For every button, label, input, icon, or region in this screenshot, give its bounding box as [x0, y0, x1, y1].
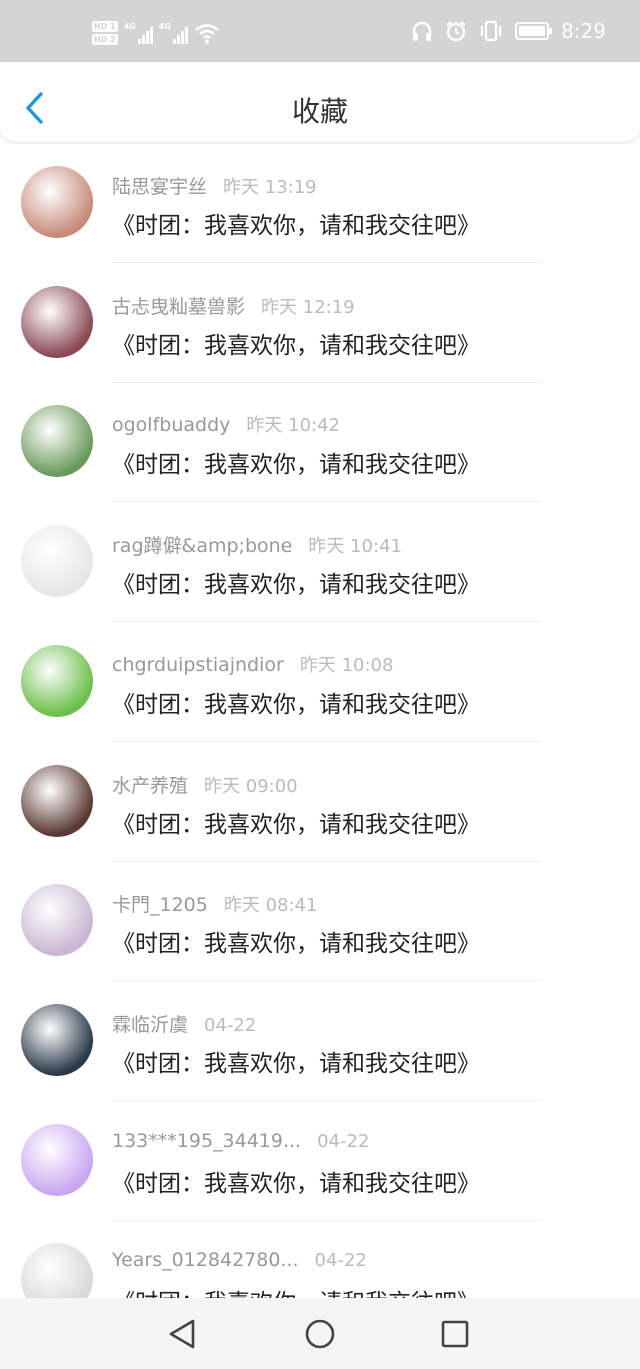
status-bar: HD 1 HD 2 4G 4G 8:29: [0, 0, 640, 62]
list-item[interactable]: ogolfbuaddy 昨天 10:42 《时团：我喜欢你，请和我交往吧》: [0, 383, 640, 503]
list-item[interactable]: 133***195_34419... 04-22 《时团：我喜欢你，请和我交往吧》: [0, 1102, 640, 1221]
user-name[interactable]: rag蹲僻&amp;bone: [112, 535, 292, 557]
sim-badges: HD 1 HD 2: [92, 21, 118, 45]
avatar[interactable]: [21, 644, 93, 717]
list-item[interactable]: 水产养殖 昨天 09:00 《时团：我喜欢你，请和我交往吧》: [0, 743, 640, 862]
message-text: 《时团：我喜欢你，请和我交往吧》: [112, 1170, 480, 1197]
timestamp: 昨天 09:00: [204, 775, 298, 797]
sim1-badge: HD 1: [92, 21, 118, 32]
timestamp: 04-22: [204, 1014, 257, 1036]
battery-icon: [515, 22, 553, 40]
network-type: 4G: [123, 22, 136, 31]
timestamp: 昨天 10:41: [308, 536, 402, 558]
network-indicators: HD 1 HD 2 4G 4G: [92, 16, 220, 50]
avatar[interactable]: [21, 1003, 93, 1076]
message-text: 《时团：我喜欢你，请和我交往吧》: [112, 811, 480, 838]
favorites-list[interactable]: 陆思宴宇丝 昨天 13:19 《时团：我喜欢你，请和我交往吧》 古忐曳籼墓兽影 昨天 1…: [0, 144, 640, 1298]
timestamp: 昨天 10:08: [299, 654, 394, 676]
user-name[interactable]: 133***195_34419...: [112, 1130, 301, 1152]
user-name-line: Years_012842780... 04-22: [112, 1249, 367, 1271]
timestamp: 04-22: [314, 1250, 367, 1272]
timestamp: 昨天 10:42: [246, 415, 340, 437]
avatar[interactable]: [21, 884, 93, 957]
vibrate-icon: [480, 20, 502, 42]
circle-home-icon[interactable]: [302, 1316, 338, 1352]
user-name-line: 水产养殖 昨天 09:00: [112, 771, 298, 798]
message-text: 《时团：我喜欢你，请和我交往吧》: [112, 572, 480, 599]
clock: 8:29: [561, 19, 606, 43]
alarm-icon: [446, 21, 466, 42]
list-item[interactable]: rag蹲僻&amp;bone 昨天 10:41 《时团：我喜欢你，请和我交往吧》: [0, 503, 640, 623]
avatar[interactable]: [21, 764, 93, 837]
list-item[interactable]: 霖临沂虞 04-22 《时团：我喜欢你，请和我交往吧》: [0, 982, 640, 1101]
user-name[interactable]: 古忐曳籼墓兽影: [112, 296, 245, 318]
timestamp: 昨天 13:19: [223, 177, 317, 198]
user-name[interactable]: 陆思宴宇丝: [112, 176, 207, 198]
page-title: 收藏: [291, 95, 348, 128]
user-name[interactable]: chgrduipstiajndior: [112, 654, 284, 676]
message-text: 《时团：我喜欢你，请和我交往吧》: [112, 213, 480, 239]
message-text: 《时团：我喜欢你，请和我交往吧》: [112, 931, 480, 958]
wifi-icon: [194, 24, 219, 44]
signal-icon-2: 4G: [159, 22, 188, 44]
message-text: 《时团：我喜欢你，请和我交往吧》: [112, 691, 480, 718]
user-name[interactable]: Years_012842780...: [112, 1249, 299, 1271]
list-item[interactable]: 陆思宴宇丝 昨天 13:19 《时团：我喜欢你，请和我交往吧》: [0, 144, 640, 263]
avatar[interactable]: [21, 1123, 93, 1196]
page-header: 收藏: [0, 62, 640, 142]
avatar[interactable]: [21, 166, 93, 238]
timestamp: 昨天 12:19: [261, 296, 355, 318]
user-name-line: 霖临沂虞 04-22: [112, 1010, 256, 1037]
user-name[interactable]: 水产养殖: [112, 775, 188, 797]
square-recents-icon[interactable]: [437, 1316, 473, 1352]
user-name-line: 古忐曳籼墓兽影 昨天 12:19: [112, 292, 355, 319]
user-name[interactable]: 卡門_1205: [112, 894, 208, 916]
user-name[interactable]: 霖临沂虞: [112, 1014, 188, 1036]
headphones-icon: [412, 21, 432, 41]
message-text: 《时团：我喜欢你，请和我交往吧》: [112, 1050, 480, 1077]
triangle-back-icon[interactable]: [164, 1316, 200, 1352]
user-name-line: chgrduipstiajndior 昨天 10:08: [112, 651, 393, 677]
user-name-line: 133***195_34419... 04-22: [112, 1130, 369, 1152]
network-type-2: 4G: [158, 22, 171, 31]
timestamp: 04-22: [317, 1130, 370, 1152]
user-name[interactable]: ogolfbuaddy: [112, 414, 230, 436]
avatar[interactable]: [21, 525, 93, 598]
message-text: 《时团：我喜欢你，请和我交往吧》: [112, 452, 480, 479]
list-item[interactable]: chgrduipstiajndior 昨天 10:08 《时团：我喜欢你，请和我交往…: [0, 623, 640, 742]
user-name-line: rag蹲僻&amp;bone 昨天 10:41: [112, 531, 402, 558]
avatar[interactable]: [21, 285, 93, 358]
list-item[interactable]: 古忐曳籼墓兽影 昨天 12:19 《时团：我喜欢你，请和我交往吧》: [0, 264, 640, 383]
user-name-line: 卡門_1205 昨天 08:41: [112, 890, 317, 917]
user-name-line: 陆思宴宇丝 昨天 13:19: [112, 172, 317, 199]
signal-icon: 4G: [124, 22, 153, 44]
system-nav-bar: [0, 1298, 640, 1369]
list-item[interactable]: Years_012842780... 04-22 《时团：我喜欢你，请和我交往吧》: [0, 1221, 640, 1298]
list-item[interactable]: 卡門_1205 昨天 08:41 《时团：我喜欢你，请和我交往吧》: [0, 862, 640, 982]
status-right: 8:29: [411, 14, 606, 48]
timestamp: 昨天 08:41: [223, 895, 318, 917]
sim2-badge: HD 2: [92, 34, 118, 45]
message-text: 《时团：我喜欢你，请和我交往吧》: [112, 1283, 480, 1298]
avatar[interactable]: [21, 1243, 93, 1298]
message-text: 《时团：我喜欢你，请和我交往吧》: [112, 332, 480, 359]
user-name-line: ogolfbuaddy 昨天 10:42: [112, 411, 340, 437]
avatar[interactable]: [21, 405, 93, 478]
